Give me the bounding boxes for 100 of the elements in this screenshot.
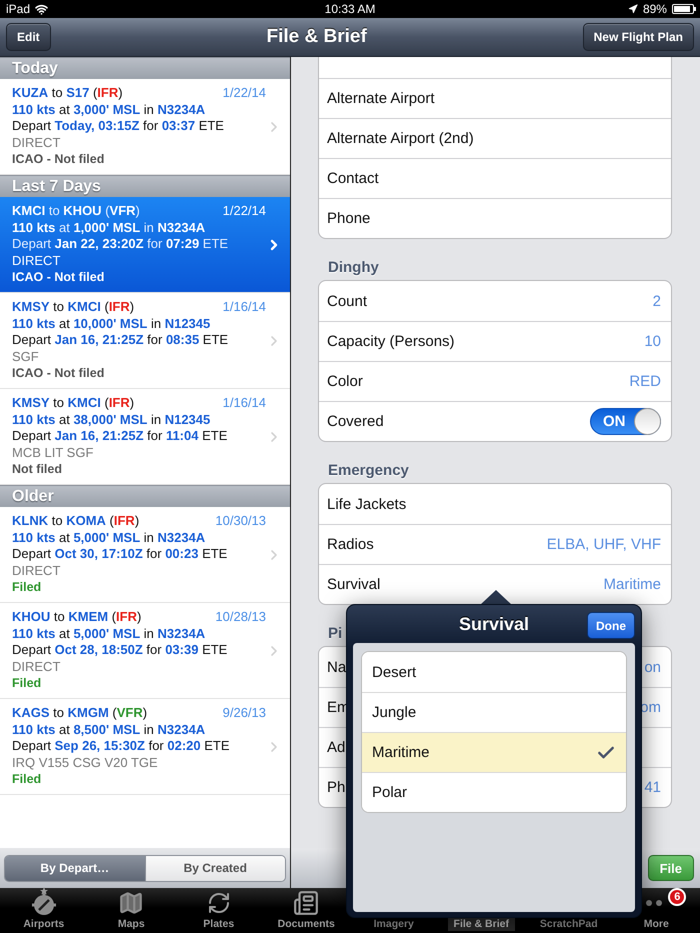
sort-segment[interactable]: By Depart… [5, 856, 144, 880]
form-row[interactable]: Color RED [319, 361, 671, 401]
section-header: Last 7 Days [0, 175, 290, 197]
plan-date: 1/22/14 [222, 85, 266, 102]
plan-detail-line: KMSY to KMCI (IFR) [12, 299, 134, 316]
field-label: Phone [327, 210, 370, 227]
plan-date: 9/26/13 [222, 705, 266, 722]
sort-segment[interactable]: By Created [144, 856, 285, 880]
edit-button[interactable]: Edit [6, 23, 51, 51]
plan-date: 1/22/14 [222, 203, 266, 220]
field-label: Alternate Airport [327, 90, 435, 107]
field-label: Contact [327, 170, 379, 187]
tab-bar-item[interactable]: Plates [175, 888, 262, 933]
filing-status: ICAO - Not filed [12, 151, 106, 168]
tab-bar-item[interactable]: Airports [0, 888, 88, 933]
route-text: DIRECT [12, 658, 62, 676]
filing-status: ICAO - Not filed [12, 269, 106, 286]
option-row[interactable]: Maritime [362, 732, 626, 772]
field-value: Maritime [603, 576, 661, 593]
section-header: Older [0, 485, 290, 507]
option-label: Desert [372, 664, 416, 680]
field-label: Capacity (Persons) [327, 333, 455, 350]
device-name: iPad [6, 2, 30, 16]
field-value: ELBA, UHF, VHF [546, 536, 661, 553]
form-row[interactable]: Life Jackets [319, 484, 671, 524]
plan-detail-line: Depart Jan 22, 23:20Z for 07:29 ETE [12, 236, 230, 253]
done-button[interactable]: Done [587, 612, 635, 639]
notification-badge: 6 [668, 888, 686, 906]
plan-detail-line: 110 kts at 8,500' MSL in N3234A [12, 722, 206, 738]
form-row[interactable]: Contact [319, 158, 671, 198]
plan-detail-line: Depart Sep 26, 15:30Z for 02:20 ETE [12, 738, 231, 755]
battery-percent: 89% [642, 2, 667, 16]
flight-plan-row[interactable]: KMCI to KHOU (VFR) 1/22/14 110 kts at 1,000' MSL in N3234A Depart Jan 22, 23:20Z for 07:29 ETE DIRECT ICAO - Not filed [0, 197, 290, 293]
field-value: 10 [644, 333, 661, 350]
group-title: Emergency [328, 462, 409, 479]
plan-detail-line: KHOU to KMEM (IFR) [12, 609, 142, 626]
field-value: 2 [652, 292, 661, 310]
plan-date: 1/16/14 [222, 395, 266, 412]
route-text: SGF [12, 348, 40, 366]
field-value: 41 [644, 779, 661, 796]
route-text: DIRECT [12, 562, 62, 580]
route-text: IRQ V155 CSG V20 TGE [12, 754, 159, 772]
section-header: Today [0, 57, 290, 79]
field-label: Survival [327, 576, 380, 593]
tab-bar-item[interactable]: Imagery [350, 888, 438, 933]
filing-status: Not filed [12, 461, 63, 478]
option-label: Polar [372, 784, 408, 801]
tab-bar-item[interactable]: Maps [88, 888, 175, 933]
plan-detail-line: 110 kts at 1,000' MSL in N3234A [12, 220, 206, 236]
new-flight-plan-button[interactable]: New Flight Plan [582, 23, 694, 51]
field-label: Life Jackets [327, 496, 406, 512]
tab-bar-item[interactable]: Documents [262, 888, 350, 933]
field-label: Count [327, 292, 368, 310]
tab-bar-item[interactable]: ScratchPad [525, 888, 612, 933]
filing-status: Filed [12, 675, 42, 692]
filing-status: Filed [12, 771, 42, 788]
route-text: DIRECT [12, 134, 62, 152]
form-row[interactable]: Radios ELBA, UHF, VHF [319, 524, 671, 564]
route-text: DIRECT [12, 252, 62, 270]
option-label: Maritime [372, 744, 430, 761]
plan-detail-line: KAGS to KMGM (VFR) [12, 705, 148, 722]
group-title: Pi [328, 625, 342, 642]
group-title: Dinghy [328, 259, 379, 276]
form-row[interactable]: Phone [319, 198, 671, 238]
popover-title: Survival [458, 614, 530, 634]
plan-detail-line: 110 kts at 5,000' MSL in N3234A [12, 530, 206, 546]
plan-detail-line: Depart Oct 30, 17:10Z for 00:23 ETE [12, 546, 228, 563]
field-label: Ad [327, 739, 346, 756]
plan-detail-line: Depart Jan 16, 21:25Z for 08:35 ETE [12, 332, 230, 349]
plan-detail-line: KLNK to KOMA (IFR) [12, 513, 140, 530]
plan-date: 10/30/13 [215, 513, 266, 530]
plan-detail-line: KMCI to KHOU (VFR) [12, 203, 140, 220]
field-label: Radios [327, 536, 374, 553]
filing-status: ICAO - Not filed [12, 365, 106, 382]
plan-detail-line: 110 kts at 38,000' MSL in N12345 [12, 412, 212, 428]
toggle-switch[interactable]: ON [590, 408, 661, 435]
plan-detail-line: 110 kts at 10,000' MSL in N12345 [12, 316, 212, 332]
form-row[interactable]: Capacity (Persons) 10 [319, 321, 671, 361]
form-row[interactable]: Alternate Airport [319, 78, 671, 118]
field-label: Ph [327, 779, 346, 796]
plan-detail-line: KMSY to KMCI (IFR) [12, 395, 134, 412]
field-label: Alternate Airport (2nd) [327, 130, 474, 147]
plan-detail-line: Depart Today, 03:15Z for 03:37 ETE [12, 118, 225, 135]
plan-date: 1/16/14 [222, 299, 266, 316]
filing-status: Filed [12, 579, 42, 596]
option-row[interactable]: Polar [362, 772, 626, 812]
form-row[interactable]: Count 2 [319, 281, 671, 321]
field-value: RED [629, 373, 661, 390]
plan-detail-line: 110 kts at 3,000' MSL in N3234A [12, 102, 206, 118]
route-text: MCB LIT SGF [12, 444, 94, 462]
plan-detail-line: Depart Oct 28, 18:50Z for 03:39 ETE [12, 642, 228, 659]
clock-time: 10:33 AM [324, 2, 376, 16]
option-label: Jungle [372, 704, 416, 721]
plan-date: 10/28/13 [215, 609, 266, 626]
plan-detail-line: KUZA to S17 (IFR) [12, 85, 123, 102]
field-label: Color [327, 373, 363, 390]
form-row[interactable]: Covered ON [319, 401, 671, 441]
form-row[interactable]: Alternate Airport (2nd) [319, 118, 671, 158]
plan-detail-line: 110 kts at 5,000' MSL in N3234A [12, 626, 206, 642]
tab-bar-item[interactable]: File & Brief [438, 888, 525, 933]
